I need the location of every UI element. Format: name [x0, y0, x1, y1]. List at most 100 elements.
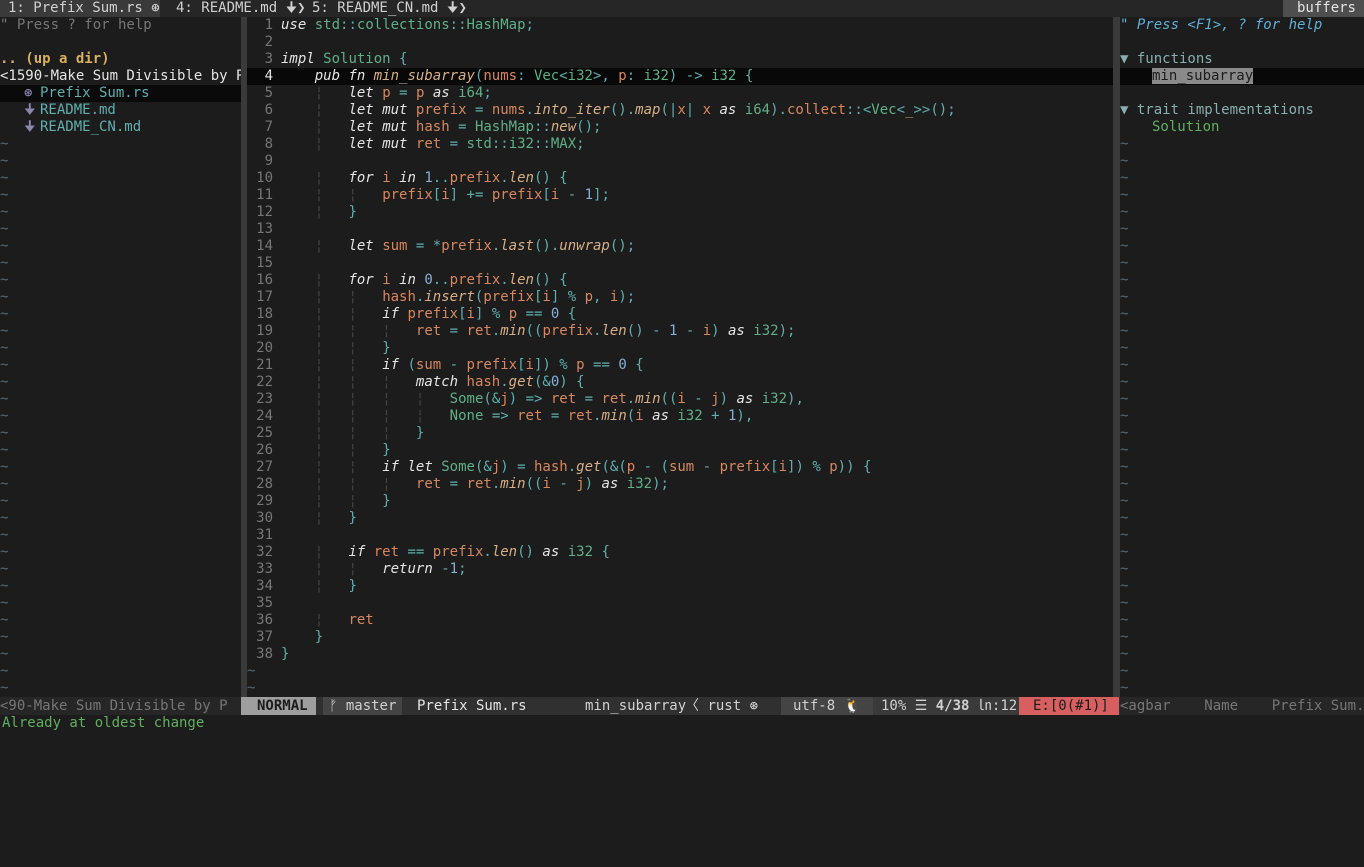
buffers-label[interactable]: buffers — [1282, 0, 1364, 17]
code-line[interactable]: 21 ¦ ¦ if (sum - prefix[i]) % p == 0 { — [247, 357, 1113, 374]
tab-3[interactable]: 5: README_CN.md 🠋❯ — [304, 0, 467, 17]
empty-line-marker: ~ — [1120, 544, 1129, 560]
code-line[interactable]: 20 ¦ ¦ } — [247, 340, 1113, 357]
line-number: 20 — [256, 340, 273, 356]
markdown-icon: 🠋 — [24, 102, 36, 118]
code-text: ¦ ¦ } — [314, 340, 391, 356]
code-line[interactable]: 11 ¦ ¦ prefix[i] += prefix[i - 1]; — [247, 187, 1113, 204]
code-line[interactable]: 5 ¦ let p = p as i64; — [247, 85, 1113, 102]
code-line[interactable]: 32 ¦ if ret == prefix.len() as i32 { — [247, 544, 1113, 561]
line-number: 29 — [256, 493, 273, 509]
empty-line-marker: ~ — [1120, 510, 1129, 526]
empty-line-marker: ~ — [0, 153, 9, 169]
code-line[interactable]: 31 — [247, 527, 1113, 544]
code-line[interactable]: 15 — [247, 255, 1113, 272]
line-number: 24 — [256, 408, 273, 424]
code-line[interactable]: 10 ¦ for i in 1..prefix.len() { — [247, 170, 1113, 187]
line-number: 13 — [256, 221, 273, 237]
line-number: 5 — [264, 85, 273, 101]
code-line[interactable]: 14 ¦ let sum = *prefix.last().unwrap(); — [247, 238, 1113, 255]
tagbar-section-traits[interactable]: ▼ trait implementations — [1120, 102, 1364, 119]
empty-line-marker: ~ — [0, 510, 9, 526]
empty-line-marker: ~ — [1120, 680, 1129, 696]
tab-1[interactable]: 1: Prefix Sum.rs ⊛ — [0, 0, 160, 17]
code-line[interactable]: 6 ¦ let mut prefix = nums.into_iter().ma… — [247, 102, 1113, 119]
code-line[interactable]: 17 ¦ ¦ hash.insert(prefix[i] % p, i); — [247, 289, 1113, 306]
code-line[interactable]: 33 ¦ ¦ return -1; — [247, 561, 1113, 578]
code-line[interactable]: 9 — [247, 153, 1113, 170]
code-line[interactable]: 1 use std::collections::HashMap; — [247, 17, 1113, 34]
code-line[interactable]: 28 ¦ ¦ ¦ ret = ret.min((i - j) as i32); — [247, 476, 1113, 493]
code-line[interactable]: 16 ¦ for i in 0..prefix.len() { — [247, 272, 1113, 289]
code-line[interactable]: 26 ¦ ¦ } — [247, 442, 1113, 459]
empty-line-marker: ~ — [1120, 527, 1129, 543]
code-text: ¦ ¦ ¦ ¦ None => ret = ret.min(i as i32 +… — [314, 408, 754, 424]
empty-line-marker: ~ — [1120, 595, 1129, 611]
empty-line-marker: ~ — [1120, 425, 1129, 441]
empty-line-marker: ~ — [1120, 357, 1129, 373]
code-line[interactable]: 2 — [247, 34, 1113, 51]
code-line[interactable]: 8 ¦ let mut ret = std::i32::MAX; — [247, 136, 1113, 153]
code-text: ¦ ¦ ¦ ret = ret.min((i - j) as i32); — [314, 476, 669, 492]
empty-line-marker: ~ — [0, 442, 9, 458]
empty-line-marker: ~ — [1120, 629, 1129, 645]
empty-line-marker: ~ — [0, 476, 9, 492]
code-lines: 1 use std::collections::HashMap; 2 3 impl So… — [247, 17, 1113, 663]
tagbar-item-function[interactable]: min_subarray — [1120, 68, 1364, 85]
empty-line-marker: ~ — [1120, 493, 1129, 509]
tagbar-item-trait[interactable]: Solution — [1120, 119, 1364, 136]
file-item[interactable]: ⊛ Prefix Sum.rs — [0, 85, 241, 102]
tab-2[interactable]: 4: README.md 🠋❯ — [168, 0, 306, 17]
line-number: 26 — [256, 442, 273, 458]
line-number: 33 — [256, 561, 273, 577]
code-line[interactable]: 23 ¦ ¦ ¦ ¦ Some(&j) => ret = ret.min((i … — [247, 391, 1113, 408]
empty-line-markers: ~ ~ — [247, 663, 1113, 697]
line-number: 2 — [264, 34, 273, 50]
line-number: 9 — [264, 153, 273, 169]
status-function: min_subarray — [585, 698, 687, 714]
code-line[interactable]: 38} — [247, 646, 1113, 663]
empty-line-marker: ~ — [0, 255, 9, 271]
code-line[interactable]: 3 impl Solution { — [247, 51, 1113, 68]
empty-line-marker: ~ — [0, 136, 9, 152]
empty-line-markers: ~ ~ ~ ~ ~ ~ ~ ~ ~ ~ ~ ~ ~ ~ ~ ~ ~ ~ ~ ~ ~ ~ ~ ~ ~ ~ ~ ~ ~ ~ ~ ~ ~ — [1120, 136, 1364, 697]
code-line[interactable]: 37 } — [247, 629, 1113, 646]
code-line[interactable]: 22 ¦ ¦ ¦ match hash.get(&0) { — [247, 374, 1113, 391]
code-line[interactable]: 12 ¦ } — [247, 204, 1113, 221]
line-number: 7 — [264, 119, 273, 135]
file-browser-help: " Press ? for help — [0, 17, 152, 33]
up-dir-link[interactable]: .. (up a dir) — [0, 51, 241, 68]
file-item[interactable]: 🠋 README_CN.md — [0, 119, 241, 136]
status-filetype: 〈 rust ⊛ — [685, 698, 759, 714]
empty-line-marker: ~ — [0, 289, 9, 305]
line-number: 31 — [256, 527, 273, 543]
code-line[interactable]: 18 ¦ ¦ if prefix[i] % p == 0 { — [247, 306, 1113, 323]
code-line[interactable]: 24 ¦ ¦ ¦ ¦ None => ret = ret.min(i as i3… — [247, 408, 1113, 425]
code-line[interactable]: 25 ¦ ¦ ¦ } — [247, 425, 1113, 442]
empty-line-marker: ~ — [0, 357, 9, 373]
empty-line-marker: ~ — [0, 663, 9, 679]
status-position: 10% ☰ 4/38 ㏑:12 — [873, 697, 1026, 715]
code-line[interactable]: 29 ¦ ¦ } — [247, 493, 1113, 510]
code-line[interactable]: 30 ¦ } — [247, 510, 1113, 527]
file-item[interactable]: 🠋 README.md — [0, 102, 241, 119]
code-editor[interactable]: 1 use std::collections::HashMap; 2 3 impl So… — [247, 17, 1113, 697]
code-line[interactable]: 35 — [247, 595, 1113, 612]
code-line[interactable]: 34 ¦ } — [247, 578, 1113, 595]
empty-line-marker: ~ — [1120, 391, 1129, 407]
tagbar-item-label: Solution — [1152, 119, 1220, 135]
code-line[interactable]: 4 pub fn min_subarray(nums: Vec<i32>, p:… — [247, 68, 1113, 85]
code-text: ¦ ¦ ¦ match hash.get(&0) { — [314, 374, 585, 390]
code-line[interactable]: 27 ¦ ¦ if let Some(&j) = hash.get(&(p - … — [247, 459, 1113, 476]
code-line[interactable]: 7 ¦ let mut hash = HashMap::new(); — [247, 119, 1113, 136]
code-line[interactable]: 13 — [247, 221, 1113, 238]
line-number: 21 — [256, 357, 273, 373]
line-number: 1 — [264, 17, 273, 33]
empty-line-marker: ~ — [0, 459, 9, 475]
code-line[interactable]: 19 ¦ ¦ ¦ ret = ret.min((prefix.len() - 1… — [247, 323, 1113, 340]
line-number: 14 — [256, 238, 273, 254]
tagbar-section-functions[interactable]: ▼ functions — [1120, 51, 1364, 68]
line-number: 34 — [256, 578, 273, 594]
line-number: 18 — [256, 306, 273, 322]
code-line[interactable]: 36 ¦ ret — [247, 612, 1113, 629]
